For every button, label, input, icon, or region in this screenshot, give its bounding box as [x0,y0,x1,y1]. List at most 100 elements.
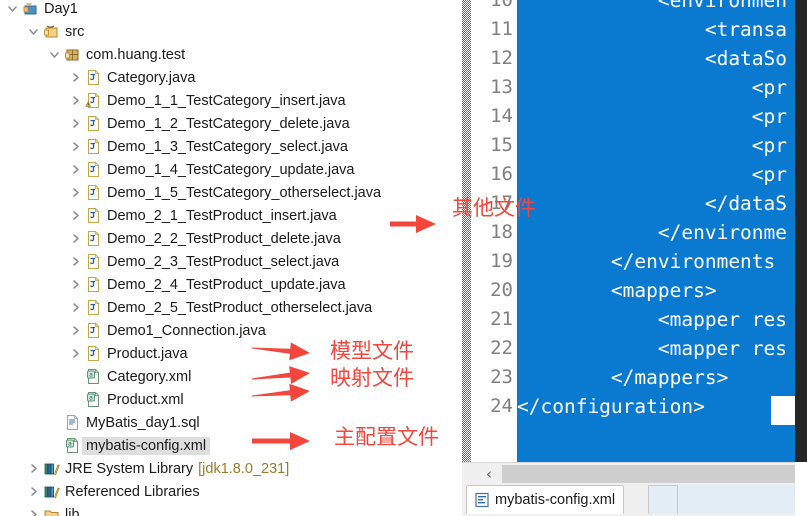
tree-item-label: Product.xml [107,391,184,408]
tree-item-category-xml[interactable]: a Category.xml [0,365,462,388]
java-file-icon [85,207,102,224]
xml-file-icon: a [85,368,102,385]
tree-item-label: src [65,23,85,40]
line-number: 18 [490,221,513,243]
chevron-right-icon[interactable] [27,485,40,498]
code-line: </configuration> [517,395,705,418]
svg-text:a: a [89,372,93,379]
tree-item-src[interactable]: src [0,20,462,43]
line-number: 19 [490,250,513,272]
chevron-right-icon[interactable] [69,71,82,84]
tree-item-product-xml[interactable]: a Product.xml [0,388,462,411]
tree-item-demo-2-5-testproduct-otherselect-java[interactable]: Demo_2_5_TestProduct_otherselect.java [0,296,462,319]
chevron-down-icon[interactable] [27,25,40,38]
java-file-icon [85,184,102,201]
tree-item-demo-2-3-testproduct-select-java[interactable]: Demo_2_3_TestProduct_select.java [0,250,462,273]
tree-item-label: com.huang.test [86,46,186,63]
chevron-down-icon[interactable] [48,48,61,61]
xml-file-icon: a [64,437,81,454]
chevron-right-icon[interactable] [69,186,82,199]
horizontal-scrollbar[interactable]: ‹ [462,462,795,485]
tab-bar-background [676,485,795,513]
library-icon [43,483,60,500]
chevron-right-icon[interactable] [69,347,82,360]
chevron-right-icon[interactable] [69,278,82,291]
tree-item-label: Referenced Libraries [65,483,200,500]
chevron-right-icon[interactable] [69,232,82,245]
tree-item-demo1-connection-java[interactable]: Demo1_Connection.java [0,319,462,342]
tree-item-label: mybatis-config.xml [82,436,211,455]
tree-item-label: Product.java [107,345,188,362]
tree-item-demo-1-5-testcategory-otherselect-java[interactable]: Demo_1_5_TestCategory_otherselect.java [0,181,462,204]
tree-item-label: Demo_2_5_TestProduct_otherselect.java [107,299,373,316]
tree-item-mybatis-config-xml[interactable]: a mybatis-config.xml [0,434,462,457]
line-number: 11 [490,18,513,40]
tab-label: mybatis-config.xml [495,492,616,508]
chevron-right-icon[interactable] [69,255,82,268]
chevron-right-icon[interactable] [27,508,40,516]
chevron-right-icon[interactable] [69,140,82,153]
java-file-icon [85,276,102,293]
tree-item-mybatis-day1-sql[interactable]: MyBatis_day1.sql [0,411,462,434]
java-project-icon [22,0,39,17]
package-icon [64,46,81,63]
tree-item-demo-1-3-testcategory-select-java[interactable]: Demo_1_3_TestCategory_select.java [0,135,462,158]
code-line: <mapper res [517,308,788,331]
code-line: <pr [517,163,788,186]
xml-file-icon: a [85,391,102,408]
chevron-down-icon[interactable] [6,2,19,15]
tree-item-label: Category.xml [107,368,192,385]
svg-text:a: a [68,441,72,448]
chevron-right-icon[interactable] [69,301,82,314]
chevron-right-icon[interactable] [69,209,82,222]
editor-pane[interactable]: 10 11 12 13 14 15 16 17 18 19 20 21 22 23 24 <environm… [462,0,807,516]
tree-item-jre-system-library[interactable]: JRE System Library [jdk1.8.0_231] [0,457,462,480]
chevron-right-icon[interactable] [27,462,40,475]
tree-item-product-java[interactable]: Product.java [0,342,462,365]
tree-item-demo-2-1-testproduct-insert-java[interactable]: Demo_2_1_TestProduct_insert.java [0,204,462,227]
code-text-area[interactable]: <environmen <transa <dataSo <pr <pr <pr … [517,0,795,462]
tree-item-label: Category.java [107,69,196,86]
tree-item-label: Demo_2_2_TestProduct_delete.java [107,230,341,247]
java-file-icon [85,161,102,178]
scrollbar-track[interactable] [502,465,795,483]
line-number: 22 [490,337,513,359]
tree-item-demo-1-1-testcategory-insert-java[interactable]: Demo_1_1_TestCategory_insert.java [0,89,462,112]
code-line: </dataS [517,192,788,215]
code-line: <dataSo [517,47,788,70]
line-number: 15 [490,134,513,156]
line-number: 17 [490,192,513,214]
chevron-right-icon[interactable] [69,163,82,176]
tree-item-label: JRE System Library [65,460,194,477]
tree-item-day1[interactable]: Day1 [0,0,462,20]
sql-file-icon [64,414,81,431]
source-folder-icon [43,23,60,40]
tree-item-label: Demo_1_1_TestCategory_insert.java [107,92,346,109]
tree-item-lib[interactable]: lib [0,503,462,516]
tree-item-label: Demo_2_3_TestProduct_select.java [107,253,340,270]
code-line: <pr [517,76,788,99]
tree-item-demo-2-2-testproduct-delete-java[interactable]: Demo_2_2_TestProduct_delete.java [0,227,462,250]
tree-item-demo-1-4-testcategory-update-java[interactable]: Demo_1_4_TestCategory_update.java [0,158,462,181]
line-number: 23 [490,366,513,388]
tree-item-demo-2-4-testproduct-update-java[interactable]: Demo_2_4_TestProduct_update.java [0,273,462,296]
folder-icon [43,506,60,516]
tab-mybatis-config-xml[interactable]: mybatis-config.xml [466,485,625,514]
code-line: <mapper res [517,337,788,360]
project-explorer-tree[interactable]: Day1 src com.huang.test Category.java Demo_1… [0,0,462,516]
tree-item-category-java[interactable]: Category.java [0,66,462,89]
editor-tab-bar[interactable]: mybatis-config.xml [462,484,795,516]
chevron-right-icon[interactable] [69,94,82,107]
tree-item-demo-1-2-testcategory-delete-java[interactable]: Demo_1_2_TestCategory_delete.java [0,112,462,135]
line-number: 13 [490,76,513,98]
scroll-left-icon[interactable]: ‹ [478,463,500,485]
code-line: <pr [517,105,788,128]
line-number-gutter: 10 11 12 13 14 15 16 17 18 19 20 21 22 23 24 [471,0,517,462]
tree-item-label: Demo_1_3_TestCategory_select.java [107,138,348,155]
chevron-right-icon[interactable] [69,117,82,130]
tree-item-com-huang-test[interactable]: com.huang.test [0,43,462,66]
tree-item-label: Demo_1_2_TestCategory_delete.java [107,115,350,132]
line-number: 24 [490,395,513,417]
chevron-right-icon[interactable] [69,324,82,337]
tree-item-referenced-libraries[interactable]: Referenced Libraries [0,480,462,503]
